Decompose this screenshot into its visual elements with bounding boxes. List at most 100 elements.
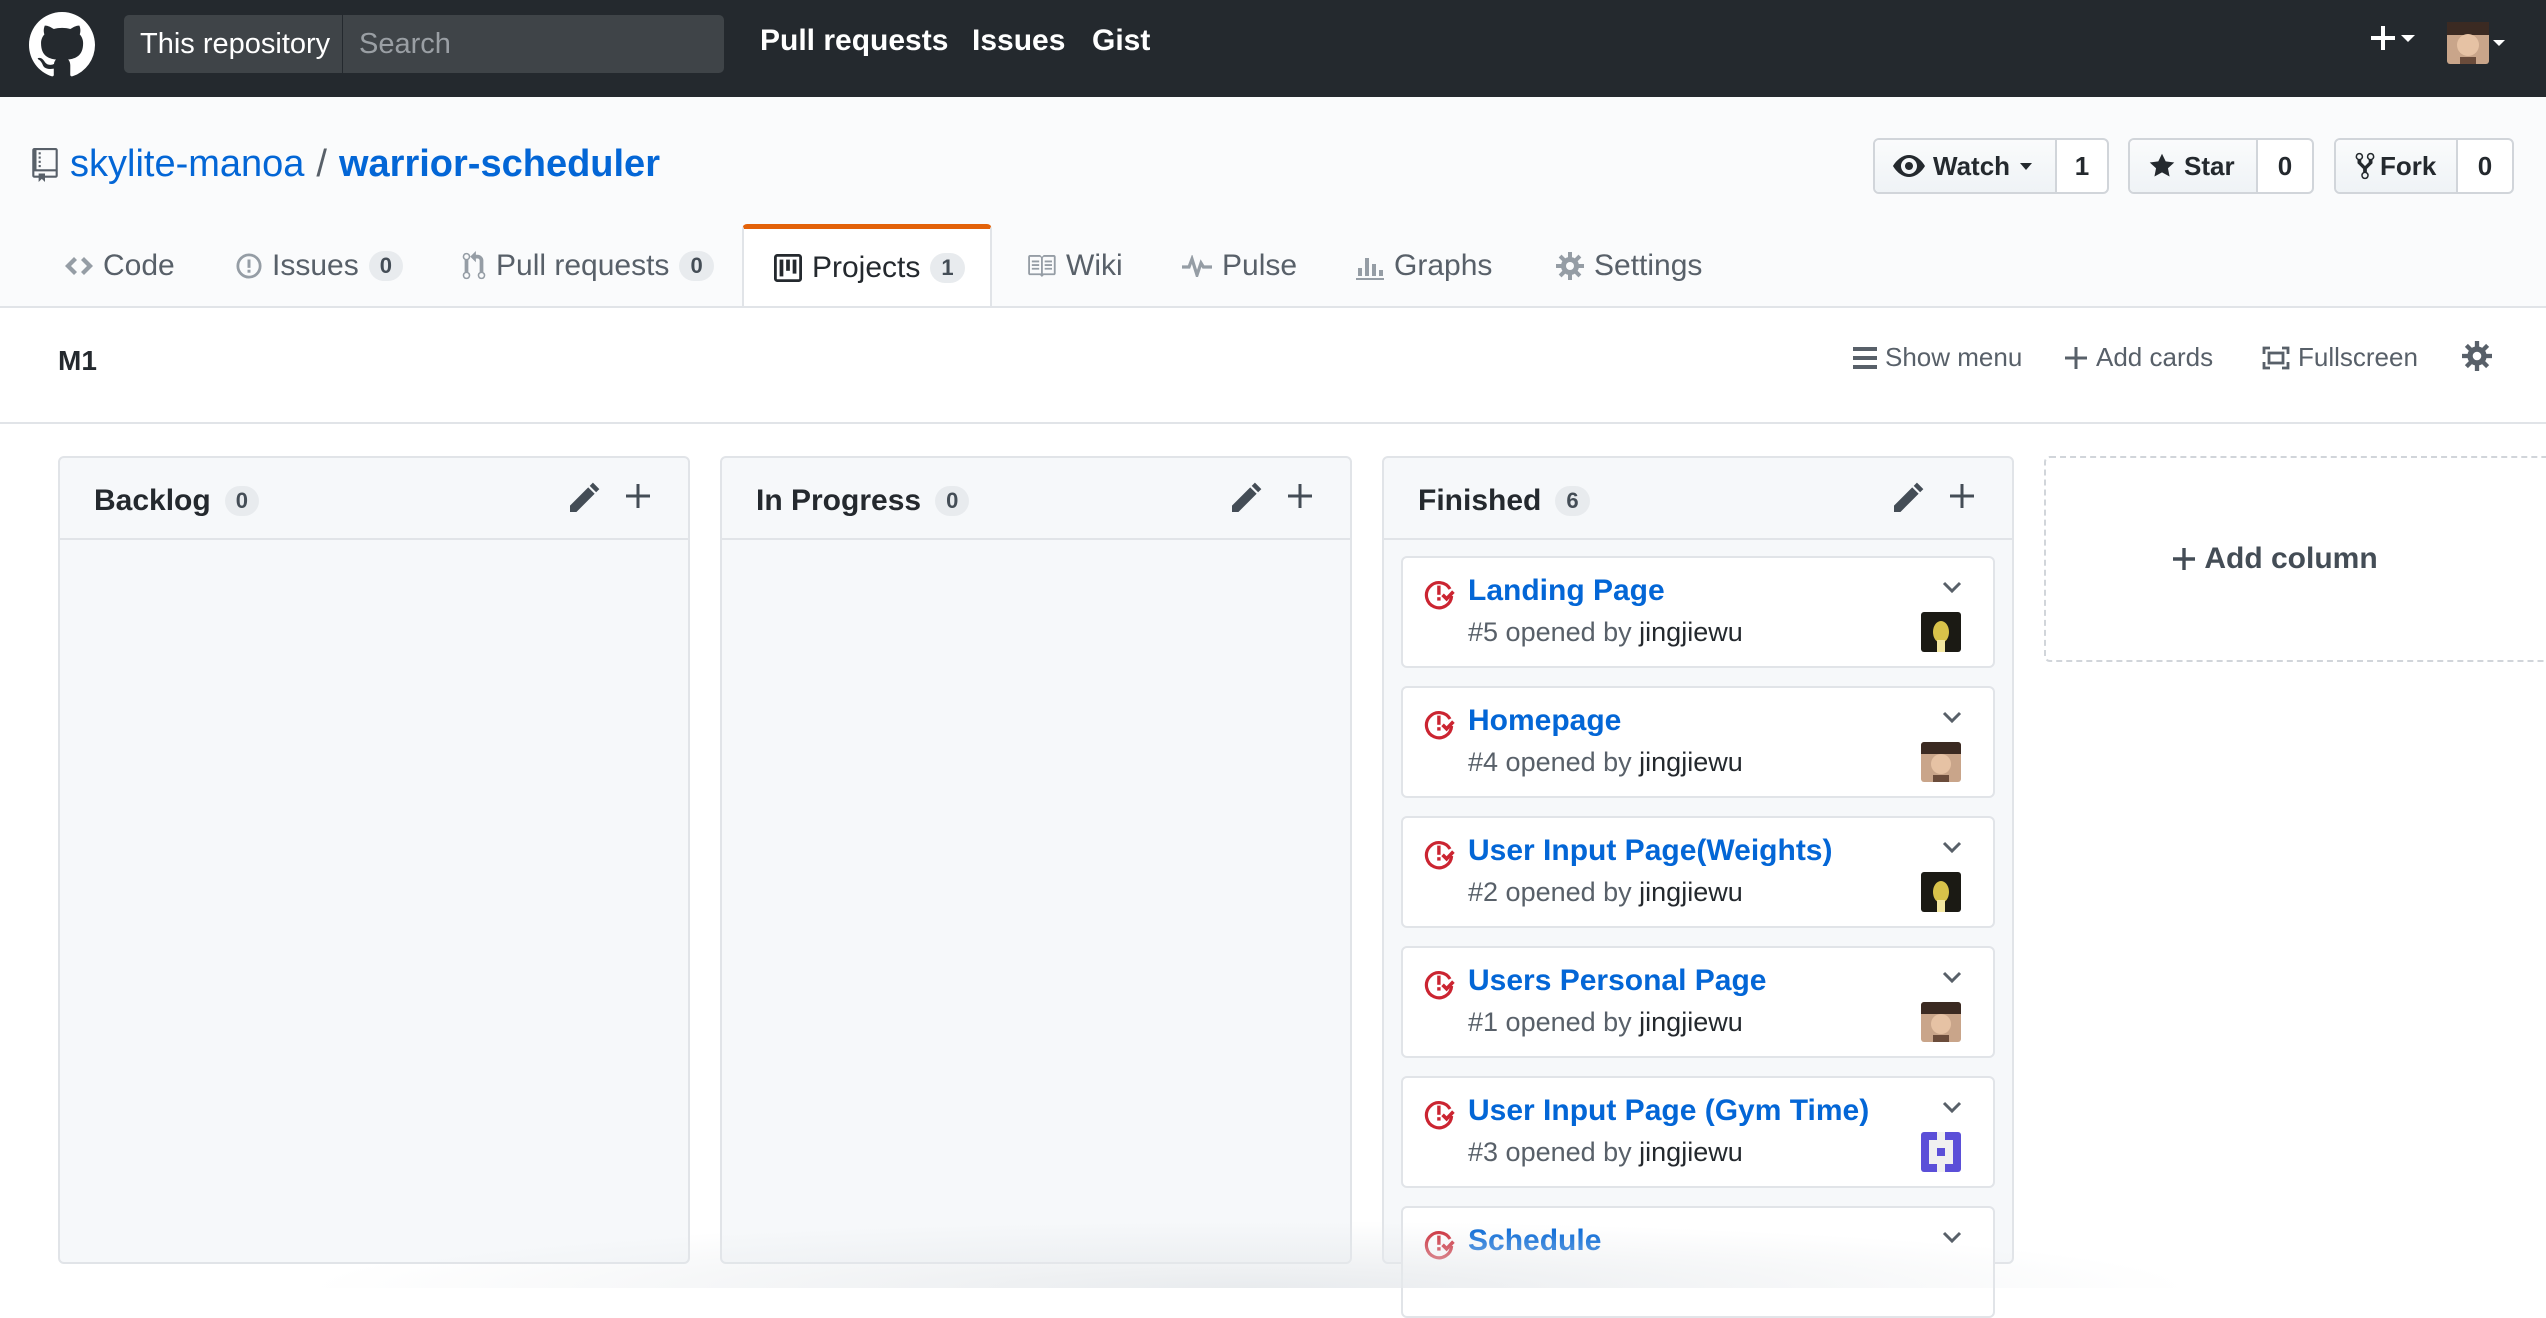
fork-count[interactable]: 0	[2458, 140, 2512, 192]
plus-icon	[2173, 548, 2196, 570]
plus-icon	[626, 484, 650, 508]
issue-meta: #4 opened by jingjiewu	[1468, 747, 1743, 778]
star-label: Star	[2184, 150, 2235, 181]
tab-code[interactable]: Code	[65, 226, 175, 306]
author-avatar[interactable]	[1921, 1002, 1961, 1042]
column-header: Finished 6	[1384, 458, 2012, 540]
caret-down-icon	[2020, 163, 2033, 170]
watch-button[interactable]: Watch	[1875, 140, 2057, 192]
author-avatar[interactable]	[1921, 742, 1961, 782]
issue-closed-icon	[1423, 578, 1455, 610]
tab-pulse[interactable]: Pulse	[1182, 226, 1297, 306]
card-menu-button[interactable]	[1941, 576, 1963, 598]
add-card-button[interactable]	[1948, 482, 1976, 510]
column-header: In Progress 0	[722, 458, 1350, 540]
add-column-label: Add column	[2204, 542, 2378, 575]
issue-number: #1	[1468, 1007, 1506, 1037]
issue-author-link[interactable]: jingjiewu	[1639, 877, 1743, 907]
column-count: 0	[935, 486, 970, 516]
nav-gist[interactable]: Gist	[1092, 24, 1150, 58]
tab-issues[interactable]: Issues 0	[236, 226, 403, 306]
issue-title-link[interactable]: User Input Page (Gym Time)	[1468, 1094, 1869, 1128]
issue-author-link[interactable]: jingjiewu	[1639, 747, 1743, 777]
card-menu-button[interactable]	[1941, 836, 1963, 858]
issue-title-link[interactable]: Landing Page	[1468, 574, 1665, 608]
issue-author-link[interactable]: jingjiewu	[1639, 1137, 1743, 1167]
plus-icon	[1288, 484, 1312, 508]
column-title: Backlog 0	[94, 484, 259, 518]
chevron-down-icon	[1942, 841, 1962, 854]
column-header: Backlog 0	[60, 458, 688, 540]
add-card-button[interactable]	[1286, 482, 1314, 510]
issue-author-link[interactable]: jingjiewu	[1639, 1007, 1743, 1037]
pencil-icon	[1232, 482, 1262, 512]
plus-icon	[1950, 484, 1974, 508]
issue-card[interactable]: User Input Page(Weights) #2 opened by jin…	[1401, 816, 1995, 928]
author-avatar[interactable]	[1921, 872, 1961, 912]
github-logo-icon[interactable]	[29, 12, 95, 78]
issue-title-link[interactable]: Schedule	[1468, 1224, 1601, 1258]
author-avatar[interactable]	[1921, 612, 1961, 652]
column-in-progress: In Progress 0	[720, 456, 1352, 1264]
column-backlog: Backlog 0	[58, 456, 690, 1264]
issue-card[interactable]: Schedule	[1401, 1206, 1995, 1318]
code-icon	[65, 257, 93, 275]
graph-icon	[1356, 258, 1384, 280]
fullscreen-button[interactable]: Fullscreen	[2262, 342, 2418, 373]
watch-count[interactable]: 1	[2057, 140, 2107, 192]
column-name: Finished	[1418, 484, 1542, 517]
issue-card[interactable]: User Input Page (Gym Time) #3 opened by j…	[1401, 1076, 1995, 1188]
star-icon	[2149, 153, 2175, 177]
issue-title-link[interactable]: User Input Page(Weights)	[1468, 834, 1832, 868]
tab-wiki[interactable]: Wiki	[1026, 226, 1123, 306]
issue-closed-icon	[1423, 708, 1455, 740]
add-card-button[interactable]	[624, 482, 652, 510]
pulse-icon	[1182, 255, 1212, 277]
issue-card[interactable]: Users Personal Page #1 opened by jingjiew…	[1401, 946, 1995, 1058]
create-new-menu[interactable]	[2367, 22, 2417, 54]
project-settings-button[interactable]	[2462, 341, 2492, 371]
issue-title-link[interactable]: Homepage	[1468, 704, 1621, 738]
issue-title-link[interactable]: Users Personal Page	[1468, 964, 1767, 998]
edit-column-button[interactable]	[1232, 482, 1262, 512]
plus-icon	[2065, 346, 2087, 369]
add-cards-button[interactable]: Add cards	[2064, 342, 2213, 373]
edit-column-button[interactable]	[1894, 482, 1924, 512]
column-name: In Progress	[756, 484, 922, 517]
card-menu-button[interactable]	[1941, 1226, 1963, 1248]
issue-closed-icon	[1423, 1228, 1455, 1260]
tab-settings[interactable]: Settings	[1556, 226, 1702, 306]
star-button[interactable]: Star	[2130, 140, 2258, 192]
divider	[0, 422, 2546, 424]
repo-owner-link[interactable]: skylite-manoa	[70, 143, 304, 186]
show-menu-button[interactable]: Show menu	[1853, 342, 2022, 373]
card-menu-button[interactable]	[1941, 966, 1963, 988]
tab-projects[interactable]: Projects 1	[742, 224, 992, 306]
issue-closed-icon	[1423, 968, 1455, 1000]
gear-icon	[1556, 252, 1584, 280]
issue-author-link[interactable]: jingjiewu	[1639, 617, 1743, 647]
show-menu-label: Show menu	[1885, 342, 2023, 372]
opened-by-text: opened by	[1505, 1007, 1640, 1037]
star-count[interactable]: 0	[2258, 140, 2312, 192]
issue-card[interactable]: Landing Page #5 opened by jingjiewu	[1401, 556, 1995, 668]
column-count: 6	[1555, 486, 1590, 516]
plus-icon	[2371, 26, 2395, 50]
user-menu[interactable]	[2447, 22, 2509, 64]
edit-column-button[interactable]	[570, 482, 600, 512]
card-menu-button[interactable]	[1941, 1096, 1963, 1118]
nav-pull-requests[interactable]: Pull requests	[760, 24, 948, 58]
tab-pull-requests[interactable]: Pull requests 0	[462, 226, 714, 306]
repo-name-link[interactable]: warrior-scheduler	[339, 143, 660, 186]
add-cards-label: Add cards	[2096, 342, 2214, 372]
card-menu-button[interactable]	[1941, 706, 1963, 728]
fork-button[interactable]: Fork	[2336, 140, 2458, 192]
nav-issues[interactable]: Issues	[972, 24, 1065, 58]
author-avatar[interactable]	[1921, 1132, 1961, 1172]
tab-graphs[interactable]: Graphs	[1356, 226, 1492, 306]
repo-separator: /	[316, 143, 327, 185]
add-column-button[interactable]: Add column	[2044, 456, 2546, 662]
search-input[interactable]	[343, 15, 724, 73]
star-button-group: Star 0	[2128, 138, 2314, 194]
issue-card[interactable]: Homepage #4 opened by jingjiewu	[1401, 686, 1995, 798]
